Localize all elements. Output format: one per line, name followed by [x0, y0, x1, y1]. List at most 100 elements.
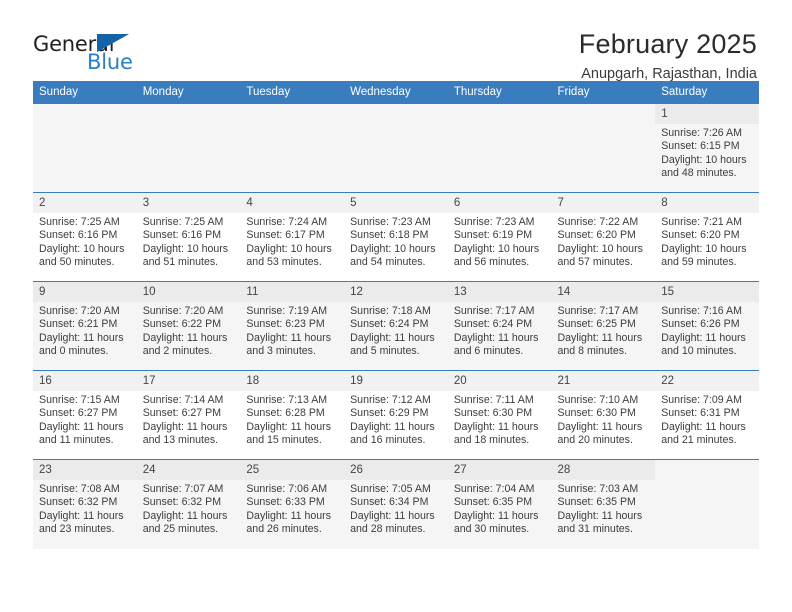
calendar-day-cell[interactable]: 13 Sunrise: 7:17 AM Sunset: 6:24 PM Dayligh…: [447, 281, 552, 371]
calendar-day-cell[interactable]: 6 Sunrise: 7:23 AM Sunset: 6:19 PM Daylight…: [447, 192, 552, 282]
daylight-text-line1: Daylight: 11 hours: [661, 420, 746, 433]
calendar-week-row: 16 Sunrise: 7:15 AM Sunset: 6:27 PM Dayligh…: [33, 370, 759, 460]
calendar-body: 1 Sunrise: 7:26 AM Sunset: 6:15 PM Daylight…: [33, 103, 759, 549]
sunrise-text: Sunrise: 7:11 AM: [453, 394, 534, 406]
calendar-day-cell[interactable]: 23 Sunrise: 7:08 AM Sunset: 6:32 PM Dayligh…: [33, 459, 137, 549]
calendar-day-cell[interactable]: 21 Sunrise: 7:10 AM Sunset: 6:30 PM Dayligh…: [551, 370, 656, 460]
sunrise-text: Sunrise: 7:25 AM: [39, 216, 120, 228]
calendar-day-cell[interactable]: 4 Sunrise: 7:24 AM Sunset: 6:17 PM Daylight…: [240, 192, 345, 282]
sunset-text: Sunset: 6:29 PM: [350, 407, 429, 420]
sunset-text: Sunset: 6:22 PM: [142, 318, 222, 331]
calendar-day-cell[interactable]: 8 Sunrise: 7:21 AM Sunset: 6:20 PM Daylight…: [655, 192, 759, 282]
calendar-day-cell[interactable]: 17 Sunrise: 7:14 AM Sunset: 6:27 PM Dayligh…: [136, 370, 241, 460]
daylight-text-line2: and 56 minutes.: [453, 255, 530, 268]
sunrise-text: Sunrise: 7:14 AM: [142, 394, 224, 406]
sunset-text: Sunset: 6:30 PM: [453, 407, 533, 420]
weekday-header-monday: Monday: [136, 81, 241, 104]
day-number: [344, 104, 448, 109]
daylight-text-line2: and 6 minutes.: [453, 344, 524, 357]
daylight-text-line1: Daylight: 11 hours: [557, 331, 643, 344]
daylight-text-line2: and 15 minutes.: [246, 433, 322, 446]
calendar-day-cell[interactable]: 27 Sunrise: 7:04 AM Sunset: 6:35 PM Dayligh…: [447, 459, 552, 549]
calendar-day-cell[interactable]: 5 Sunrise: 7:23 AM Sunset: 6:18 PM Daylight…: [344, 192, 448, 282]
day-details: Sunrise: 7:23 AM Sunset: 6:19 PM Daylight:…: [448, 213, 552, 269]
sunset-text: Sunset: 6:15 PM: [661, 140, 740, 153]
day-details: Sunrise: 7:23 AM Sunset: 6:18 PM Daylight:…: [344, 213, 448, 269]
calendar-day-cell[interactable]: 18 Sunrise: 7:13 AM Sunset: 6:28 PM Dayligh…: [240, 370, 345, 460]
calendar-day-cell[interactable]: 22 Sunrise: 7:09 AM Sunset: 6:31 PM Dayligh…: [655, 370, 759, 460]
daylight-text-line2: and 3 minutes.: [246, 344, 316, 357]
calendar-page: General Blue February 2025 Anupgarh, Raj…: [0, 0, 792, 612]
sunrise-sunset-calendar: Sunday Monday Tuesday Wednesday Thursday…: [33, 81, 759, 549]
weekday-header-wednesday: Wednesday: [344, 81, 448, 104]
day-details: Sunrise: 7:08 AM Sunset: 6:32 PM Daylight:…: [33, 480, 137, 536]
day-number: 19: [344, 371, 448, 391]
sunset-text: Sunset: 6:32 PM: [39, 496, 118, 509]
sunrise-text: Sunrise: 7:24 AM: [246, 216, 328, 228]
calendar-day-cell[interactable]: 14 Sunrise: 7:17 AM Sunset: 6:25 PM Dayligh…: [551, 281, 656, 371]
daylight-text-line2: and 16 minutes.: [350, 433, 426, 446]
sunrise-text: Sunrise: 7:25 AM: [142, 216, 224, 228]
day-details: Sunrise: 7:20 AM Sunset: 6:21 PM Daylight:…: [33, 302, 137, 358]
day-number: 13: [447, 282, 552, 302]
sunrise-text: Sunrise: 7:20 AM: [142, 305, 224, 317]
calendar-day-cell[interactable]: 20 Sunrise: 7:11 AM Sunset: 6:30 PM Dayligh…: [447, 370, 552, 460]
calendar-day-cell[interactable]: 10 Sunrise: 7:20 AM Sunset: 6:22 PM Dayligh…: [136, 281, 241, 371]
sunset-text: Sunset: 6:17 PM: [246, 229, 325, 242]
sunrise-text: Sunrise: 7:04 AM: [453, 483, 535, 495]
day-number: [552, 104, 656, 109]
daylight-text-line2: and 21 minutes.: [661, 433, 737, 446]
day-details: Sunrise: 7:17 AM Sunset: 6:24 PM Daylight:…: [448, 302, 552, 358]
daylight-text-line2: and 11 minutes.: [39, 433, 114, 446]
calendar-day-cell[interactable]: 16 Sunrise: 7:15 AM Sunset: 6:27 PM Dayligh…: [33, 370, 137, 460]
day-number: 4: [240, 193, 345, 213]
daylight-text-line1: Daylight: 10 hours: [350, 242, 436, 255]
calendar-day-cell[interactable]: 2 Sunrise: 7:25 AM Sunset: 6:16 PM Daylight…: [33, 192, 137, 282]
weekday-header-thursday: Thursday: [447, 81, 552, 104]
calendar-day-cell[interactable]: 7 Sunrise: 7:22 AM Sunset: 6:20 PM Daylight…: [551, 192, 656, 282]
weekday-header-tuesday: Tuesday: [240, 81, 345, 104]
sunset-text: Sunset: 6:21 PM: [39, 318, 118, 331]
daylight-text-line1: Daylight: 11 hours: [453, 509, 539, 522]
calendar-day-cell[interactable]: 1 Sunrise: 7:26 AM Sunset: 6:15 PM Daylight…: [655, 103, 759, 193]
calendar-day-cell[interactable]: 9 Sunrise: 7:20 AM Sunset: 6:21 PM Daylight…: [33, 281, 137, 371]
calendar-day-cell[interactable]: 3 Sunrise: 7:25 AM Sunset: 6:16 PM Daylight…: [136, 192, 241, 282]
sunset-text: Sunset: 6:24 PM: [350, 318, 429, 331]
day-details: Sunrise: 7:06 AM Sunset: 6:33 PM Daylight:…: [240, 480, 344, 536]
day-details: Sunrise: 7:03 AM Sunset: 6:35 PM Daylight:…: [552, 480, 656, 536]
day-details: Sunrise: 7:25 AM Sunset: 6:16 PM Daylight:…: [33, 213, 137, 269]
weekday-header-sunday: Sunday: [33, 81, 137, 104]
sunset-text: Sunset: 6:28 PM: [246, 407, 325, 420]
sunset-text: Sunset: 6:23 PM: [246, 318, 325, 331]
calendar-day-cell[interactable]: 19 Sunrise: 7:12 AM Sunset: 6:29 PM Dayligh…: [344, 370, 448, 460]
day-number: 22: [655, 371, 759, 391]
day-number: 1: [655, 104, 759, 124]
day-details: Sunrise: 7:24 AM Sunset: 6:17 PM Daylight:…: [240, 213, 344, 269]
calendar-day-cell[interactable]: 24 Sunrise: 7:07 AM Sunset: 6:32 PM Dayligh…: [136, 459, 241, 549]
calendar-day-cell[interactable]: 15 Sunrise: 7:16 AM Sunset: 6:26 PM Dayligh…: [655, 281, 759, 371]
calendar-day-cell[interactable]: 11 Sunrise: 7:19 AM Sunset: 6:23 PM Dayligh…: [240, 281, 345, 371]
day-number: 6: [447, 193, 552, 213]
sunset-text: Sunset: 6:20 PM: [661, 229, 740, 242]
daylight-text-line2: and 0 minutes.: [39, 344, 109, 357]
calendar-day-cell[interactable]: 28 Sunrise: 7:03 AM Sunset: 6:35 PM Dayligh…: [551, 459, 656, 549]
sunrise-text: Sunrise: 7:10 AM: [557, 394, 639, 406]
day-details: Sunrise: 7:20 AM Sunset: 6:22 PM Daylight:…: [137, 302, 241, 358]
daylight-text-line2: and 48 minutes.: [661, 166, 737, 179]
day-number: [240, 104, 344, 109]
day-number: 11: [240, 282, 345, 302]
sunset-text: Sunset: 6:26 PM: [661, 318, 740, 331]
calendar-day-cell[interactable]: 26 Sunrise: 7:05 AM Sunset: 6:34 PM Dayligh…: [344, 459, 448, 549]
calendar-day-cell[interactable]: 12 Sunrise: 7:18 AM Sunset: 6:24 PM Dayligh…: [344, 281, 448, 371]
sunrise-text: Sunrise: 7:09 AM: [661, 394, 742, 406]
daylight-text-line1: Daylight: 10 hours: [246, 242, 332, 255]
day-details: Sunrise: 7:15 AM Sunset: 6:27 PM Daylight:…: [33, 391, 137, 447]
day-number: 9: [33, 282, 137, 302]
daylight-text-line1: Daylight: 11 hours: [557, 509, 643, 522]
sunrise-text: Sunrise: 7:26 AM: [661, 127, 742, 139]
calendar-week-row: 9 Sunrise: 7:20 AM Sunset: 6:21 PM Daylight…: [33, 281, 759, 371]
calendar-day-cell[interactable]: 25 Sunrise: 7:06 AM Sunset: 6:33 PM Dayligh…: [240, 459, 345, 549]
daylight-text-line1: Daylight: 11 hours: [246, 331, 332, 344]
daylight-text-line2: and 51 minutes.: [142, 255, 219, 268]
general-blue-logo[interactable]: General Blue: [33, 28, 151, 76]
